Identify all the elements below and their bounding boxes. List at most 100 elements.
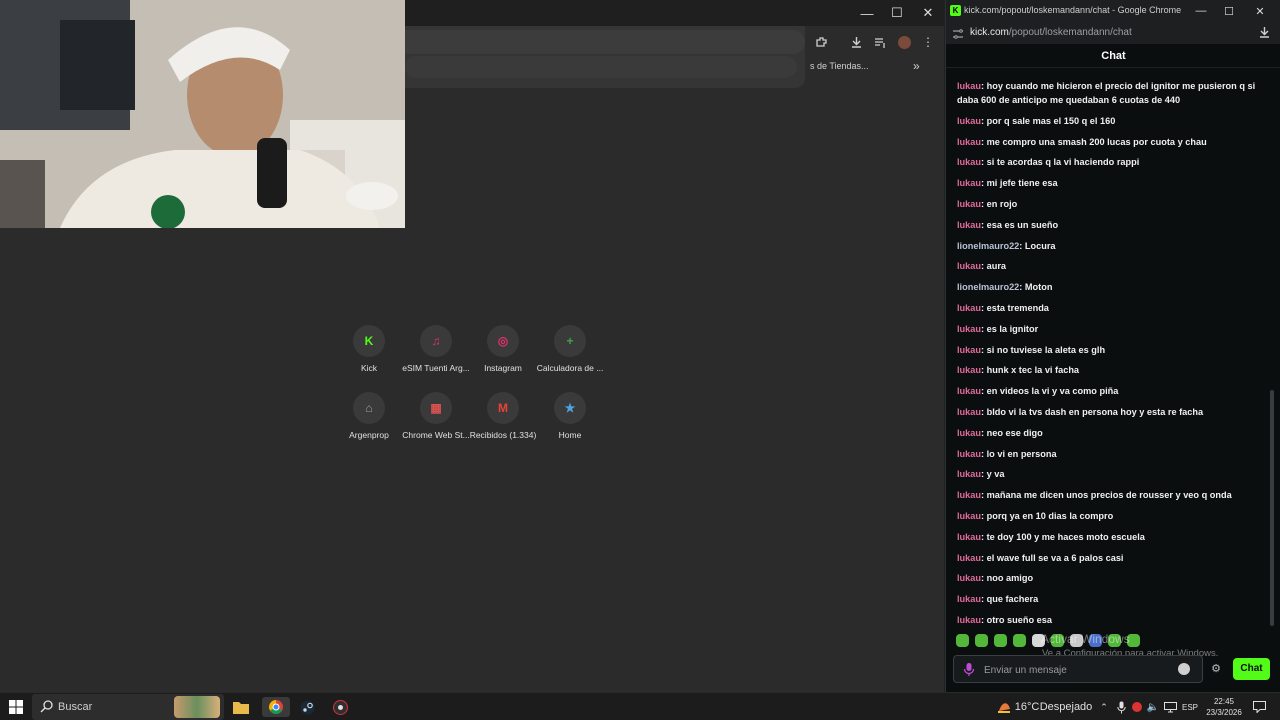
chat-message-input[interactable] [984, 662, 1174, 678]
chat-message-text: : es la ignitor [981, 323, 1039, 334]
shortcut-glyph: ★ [564, 401, 576, 415]
chrome-taskbar-icon[interactable] [262, 697, 290, 717]
profile-avatar-icon[interactable] [895, 33, 913, 51]
obs-icon[interactable] [328, 697, 352, 717]
chat-username[interactable]: lukau [957, 573, 981, 583]
bookmark-item[interactable]: s de Tiendas... [810, 61, 869, 71]
chat-input-box[interactable] [953, 655, 1203, 683]
chat-message-text: : y va [981, 469, 1005, 480]
download-icon[interactable] [847, 33, 865, 51]
chat-message-list: lukau: hoy cuando me hicieron el precio … [957, 79, 1273, 634]
file-explorer-icon[interactable] [230, 697, 252, 717]
media-control-icon[interactable] [871, 33, 889, 51]
chat-username[interactable]: lukau [957, 220, 981, 230]
chat-username[interactable]: lukau [957, 199, 981, 209]
chat-message: lukau: es la ignitor [957, 322, 1273, 336]
chat-message: lionelmauro22: Locura [957, 239, 1273, 253]
emote-icon[interactable] [1013, 634, 1026, 647]
taskbar-search[interactable]: Buscar [32, 694, 224, 720]
chat-username[interactable]: lukau [957, 469, 981, 479]
close-button[interactable]: ✕ [913, 0, 943, 26]
shortcut-label: Home [558, 430, 582, 440]
address-bar[interactable] [405, 30, 805, 54]
chat-username[interactable]: lukau [957, 594, 981, 604]
minimize-button[interactable]: — [852, 0, 882, 26]
chat-username[interactable]: lukau [957, 81, 981, 91]
chat-username[interactable]: lukau [957, 532, 981, 542]
extensions-icon[interactable] [812, 33, 830, 51]
bookmarks-more-icon[interactable]: » [913, 59, 920, 73]
chat-username[interactable]: lukau [957, 365, 981, 375]
chat-username[interactable]: lukau [957, 116, 981, 126]
shortcut-glyph: ▦ [430, 401, 442, 415]
chat-username[interactable]: lukau [957, 324, 981, 334]
chat-username[interactable]: lionelmauro22 [957, 282, 1019, 292]
chat-minimize-button[interactable]: — [1186, 0, 1216, 24]
start-button[interactable] [6, 697, 26, 717]
weather-temperature[interactable]: 16°C [1015, 697, 1040, 717]
emote-icon[interactable] [956, 634, 969, 647]
chat-download-icon[interactable] [1258, 26, 1272, 40]
chat-address-bar[interactable]: kick.com/popout/loskemandann/chat [946, 22, 1280, 44]
shortcut-glyph: K [364, 334, 374, 348]
chat-username[interactable]: lukau [957, 511, 981, 521]
shortcut-glyph: M [498, 401, 508, 415]
maximize-button[interactable]: ☐ [882, 0, 912, 26]
emoji-picker-icon[interactable] [1178, 663, 1190, 675]
chat-message-text: : hoy cuando me hicieron el precio del i… [957, 81, 1256, 105]
chat-message-text: : Moton [1019, 282, 1053, 293]
taskbar-clock[interactable]: 22:45 23/3/2026 [1204, 696, 1244, 718]
send-chat-button[interactable]: Chat [1233, 658, 1270, 680]
shortcut-tile[interactable]: ★ Home [530, 392, 610, 452]
microphone-tray-icon[interactable] [1114, 697, 1128, 717]
chat-message: lukau: te doy 100 y me haces moto escuel… [957, 530, 1273, 544]
chat-close-button[interactable]: ✕ [1245, 0, 1275, 24]
chat-username[interactable]: lukau [957, 386, 981, 396]
chat-message-text: : en rojo [981, 198, 1018, 209]
network-icon[interactable] [1162, 697, 1178, 717]
chat-username[interactable]: lukau [957, 178, 981, 188]
volume-icon[interactable]: 🔈 [1146, 697, 1160, 717]
chat-username[interactable]: lukau [957, 449, 981, 459]
esim-icon: ♫ [420, 325, 452, 357]
language-indicator[interactable]: ESP [1180, 697, 1200, 717]
chat-username[interactable]: lionelmauro22 [957, 241, 1019, 251]
shortcut-tile[interactable]: + Calculadora de ... [530, 325, 610, 385]
chat-message: lukau: lo vi en persona [957, 447, 1273, 461]
clock-date: 23/3/2026 [1206, 708, 1242, 717]
chat-username[interactable]: lukau [957, 553, 981, 563]
chat-maximize-button[interactable]: ☐ [1214, 0, 1244, 24]
search-icon [40, 700, 54, 714]
windows-taskbar: Buscar 16°C Despejado ⌃ 🔈 ESP 22:45 23/3… [0, 692, 1280, 720]
notifications-icon[interactable] [1250, 697, 1268, 717]
chat-username[interactable]: lukau [957, 428, 981, 438]
bookmarks-bar [405, 56, 797, 78]
emote-icon[interactable] [975, 634, 988, 647]
steam-icon[interactable] [296, 697, 318, 717]
chat-message: lukau: que fachera [957, 592, 1273, 606]
chat-username[interactable]: lukau [957, 615, 981, 625]
menu-icon[interactable]: ⋮ [919, 33, 937, 51]
chat-scrollbar[interactable] [1270, 390, 1274, 626]
chat-username[interactable]: lukau [957, 303, 981, 313]
chat-username[interactable]: lukau [957, 157, 981, 167]
security-tray-icon[interactable] [1130, 697, 1144, 717]
site-settings-icon[interactable] [952, 27, 964, 39]
weather-condition[interactable]: Despejado [1040, 697, 1093, 717]
chat-username[interactable]: lukau [957, 407, 981, 417]
calculator-icon: + [554, 325, 586, 357]
chat-settings-gear-icon[interactable]: ⚙ [1209, 662, 1223, 676]
chat-username[interactable]: lukau [957, 261, 981, 271]
chat-message-text: : si no tuviese la aleta es glh [981, 344, 1106, 355]
chat-message: lukau: si no tuviese la aleta es glh [957, 343, 1273, 357]
chat-username[interactable]: lukau [957, 137, 981, 147]
chat-username[interactable]: lukau [957, 490, 981, 500]
weather-icon[interactable] [994, 697, 1014, 717]
gmail-icon: M [487, 392, 519, 424]
shortcut-glyph: + [566, 334, 574, 348]
chat-username[interactable]: lukau [957, 345, 981, 355]
tray-overflow-icon[interactable]: ⌃ [1098, 697, 1110, 717]
microphone-icon[interactable] [963, 662, 977, 678]
chat-message-text: : me compro una smash 200 lucas por cuot… [981, 136, 1207, 147]
emote-icon[interactable] [994, 634, 1007, 647]
